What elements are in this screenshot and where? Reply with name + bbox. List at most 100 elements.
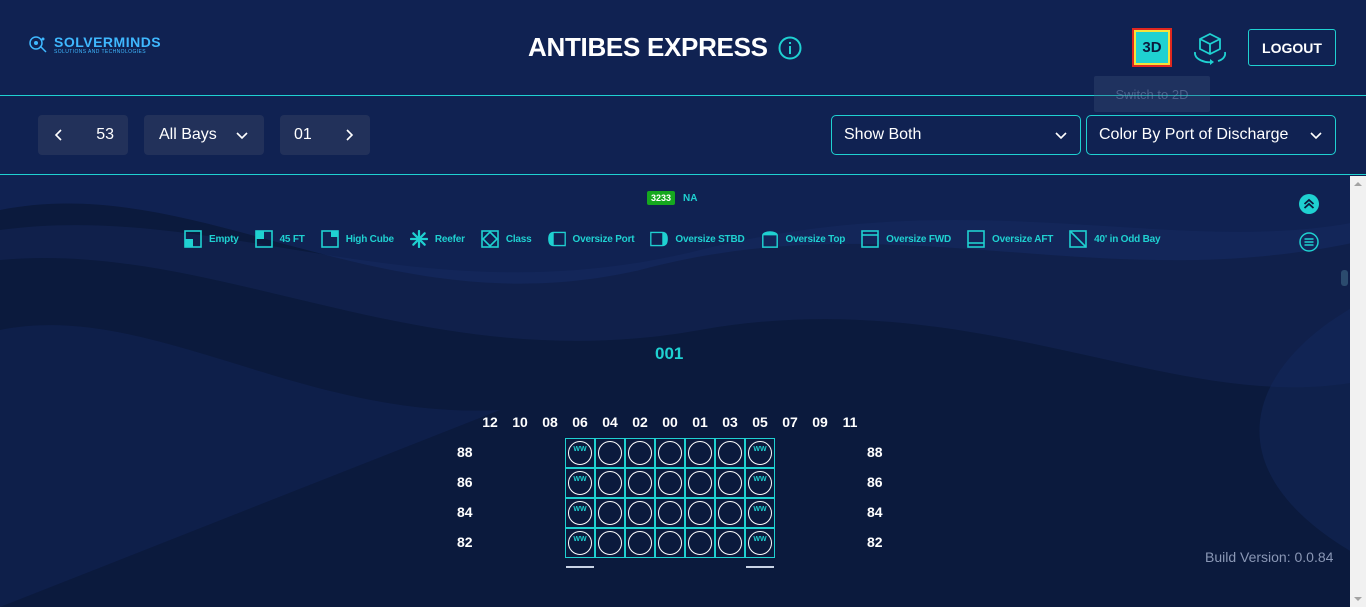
slot-cell[interactable] bbox=[715, 438, 745, 468]
collapse-up-icon[interactable] bbox=[1299, 194, 1319, 214]
slot-mark: WW bbox=[753, 506, 767, 513]
bay-view: 3233 NA Empty 45 FT High Cube Reefer Cla… bbox=[0, 176, 1350, 607]
legend-label: 40' in Odd Bay bbox=[1094, 233, 1161, 245]
slot-cell[interactable] bbox=[625, 528, 655, 558]
slot-mark: WW bbox=[573, 536, 587, 543]
row-label-right: 86 bbox=[867, 474, 883, 490]
slot-cell[interactable]: WW bbox=[745, 438, 775, 468]
slot-cell[interactable] bbox=[685, 528, 715, 558]
hatch-cover-mark bbox=[566, 566, 594, 568]
slot-circle bbox=[718, 501, 742, 525]
slot-mark: WW bbox=[753, 446, 767, 453]
slot-cell[interactable] bbox=[655, 498, 685, 528]
slot-circle bbox=[598, 501, 622, 525]
slot-circle bbox=[658, 501, 682, 525]
slot-cell[interactable] bbox=[595, 528, 625, 558]
menu-icon[interactable] bbox=[1299, 232, 1319, 252]
oversize-top-icon bbox=[761, 231, 778, 248]
45ft-icon bbox=[254, 230, 273, 248]
slot-cell[interactable] bbox=[715, 468, 745, 498]
slot-circle bbox=[598, 471, 622, 495]
count-badge: 3233 bbox=[647, 191, 676, 205]
oversize-port-icon bbox=[547, 231, 566, 247]
slot-cell[interactable] bbox=[685, 468, 715, 498]
build-version: Build Version: 0.0.84 bbox=[1205, 549, 1334, 565]
slot-circle bbox=[628, 441, 652, 465]
column-label: 09 bbox=[812, 414, 828, 430]
scrollbar[interactable] bbox=[1350, 176, 1366, 607]
slot-cell[interactable] bbox=[655, 468, 685, 498]
slot-cell[interactable] bbox=[625, 498, 655, 528]
slot-cell[interactable] bbox=[655, 528, 685, 558]
rotate-3d-icon[interactable] bbox=[1190, 28, 1230, 68]
legend-label: Oversize STBD bbox=[675, 233, 745, 245]
slot-cell[interactable] bbox=[685, 498, 715, 528]
column-label: 07 bbox=[782, 414, 798, 430]
slot-cell[interactable]: WW bbox=[565, 528, 595, 558]
slot-cell[interactable] bbox=[625, 468, 655, 498]
column-label: 03 bbox=[722, 414, 738, 430]
chevron-down-icon bbox=[1310, 132, 1322, 140]
color-select[interactable]: Color By Port of Discharge bbox=[1086, 115, 1336, 155]
slot-mark: WW bbox=[573, 476, 587, 483]
summary-row: 3233 NA bbox=[647, 191, 697, 205]
reefer-icon bbox=[409, 230, 428, 248]
slot-cell[interactable] bbox=[685, 438, 715, 468]
slot-circle bbox=[598, 531, 622, 555]
legend-item-oversize-aft: Oversize AFT bbox=[967, 230, 1053, 248]
row-label-right: 88 bbox=[867, 444, 883, 460]
logo-text: SOLVERMINDS SOLUTIONS AND TECHNOLOGIES bbox=[54, 35, 161, 55]
slot-cell[interactable]: WW bbox=[745, 528, 775, 558]
legend-label: Oversize AFT bbox=[992, 233, 1054, 245]
slot-circle bbox=[628, 501, 652, 525]
class-icon bbox=[481, 230, 499, 248]
chevron-right-icon[interactable] bbox=[342, 128, 356, 142]
scroll-down-arrow-icon[interactable] bbox=[1350, 591, 1366, 607]
slot-circle bbox=[718, 441, 742, 465]
slot-cell[interactable]: WW bbox=[745, 468, 775, 498]
slot-cell[interactable] bbox=[625, 438, 655, 468]
column-label: 05 bbox=[752, 414, 768, 430]
slot-circle bbox=[688, 441, 712, 465]
legend-label: Oversize FWD bbox=[886, 233, 951, 245]
slot-mark: WW bbox=[753, 476, 767, 483]
scroll-up-arrow-icon[interactable] bbox=[1350, 176, 1366, 192]
slot-cell[interactable]: WW bbox=[745, 498, 775, 528]
slot-cell[interactable] bbox=[715, 528, 745, 558]
legend-item-40ft-odd-bay: 40' in Odd Bay bbox=[1069, 230, 1161, 248]
slot-cell[interactable] bbox=[715, 498, 745, 528]
column-label: 01 bbox=[692, 414, 708, 430]
slot-circle bbox=[658, 531, 682, 555]
slot-circle: WW bbox=[568, 441, 592, 465]
inner-scroll-thumb[interactable] bbox=[1341, 270, 1348, 286]
switch-3d-label: 3D bbox=[1136, 32, 1168, 63]
slot-cell[interactable] bbox=[655, 438, 685, 468]
legend-item-oversize-stbd: Oversize STBD bbox=[650, 230, 745, 248]
slot-cell[interactable] bbox=[595, 498, 625, 528]
info-icon[interactable] bbox=[778, 36, 802, 60]
slot-cell[interactable]: WW bbox=[565, 438, 595, 468]
slot-mark: WW bbox=[753, 536, 767, 543]
switch-3d-button[interactable]: 3D bbox=[1132, 28, 1172, 67]
row-label-right: 82 bbox=[867, 534, 883, 550]
column-label: 12 bbox=[482, 414, 498, 430]
logout-button[interactable]: LOGOUT bbox=[1248, 29, 1336, 66]
slot-cell[interactable]: WW bbox=[565, 498, 595, 528]
chevron-left-icon[interactable] bbox=[52, 128, 66, 142]
bays-dropdown[interactable]: All Bays bbox=[144, 115, 264, 155]
slot-mark: WW bbox=[573, 446, 587, 453]
legend-label: Oversize Top bbox=[785, 233, 846, 245]
legend-label: Empty bbox=[209, 233, 239, 245]
legend-item-45ft: 45 FT bbox=[254, 230, 305, 248]
slot-cell[interactable] bbox=[595, 468, 625, 498]
row-stepper: 53 bbox=[38, 115, 128, 155]
oversize-fwd-icon bbox=[861, 230, 879, 248]
slot-circle: WW bbox=[748, 531, 772, 555]
view-select[interactable]: Show Both bbox=[831, 115, 1081, 155]
legend-item-empty: Empty bbox=[184, 230, 239, 248]
logo-name: SOLVERMINDS bbox=[54, 34, 162, 50]
slot-cell[interactable]: WW bbox=[565, 468, 595, 498]
slot-cell[interactable] bbox=[595, 438, 625, 468]
40ft-odd-bay-icon bbox=[1069, 230, 1087, 248]
slot-circle: WW bbox=[748, 501, 772, 525]
